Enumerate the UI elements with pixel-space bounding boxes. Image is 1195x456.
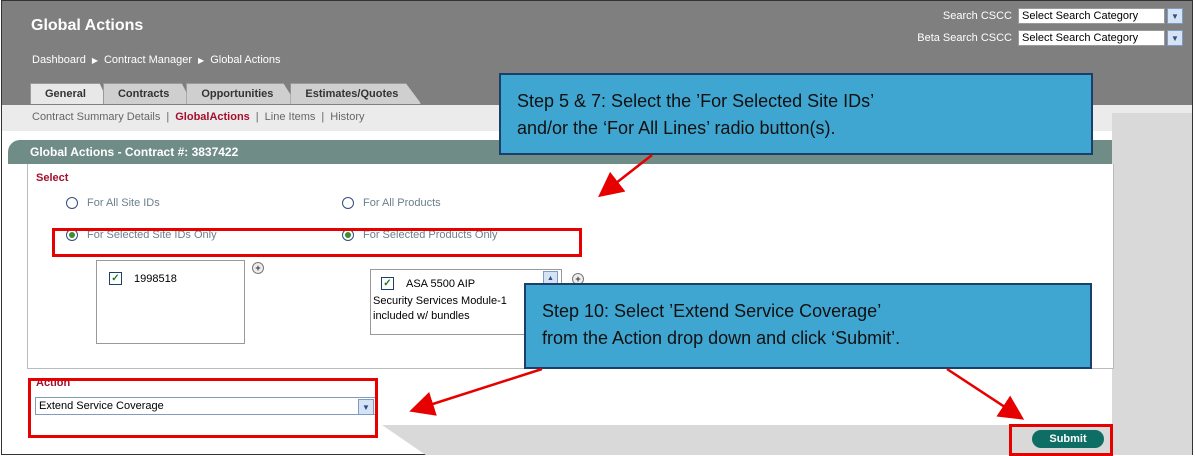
annotation-arrows	[409, 154, 1025, 420]
arrow-to-submit	[946, 367, 1025, 420]
browser-frame: Global Actions Dashboard ▶ Contract Mana…	[1, 0, 1193, 456]
arrow-to-radio	[598, 154, 653, 198]
arrow-to-action	[409, 367, 543, 416]
